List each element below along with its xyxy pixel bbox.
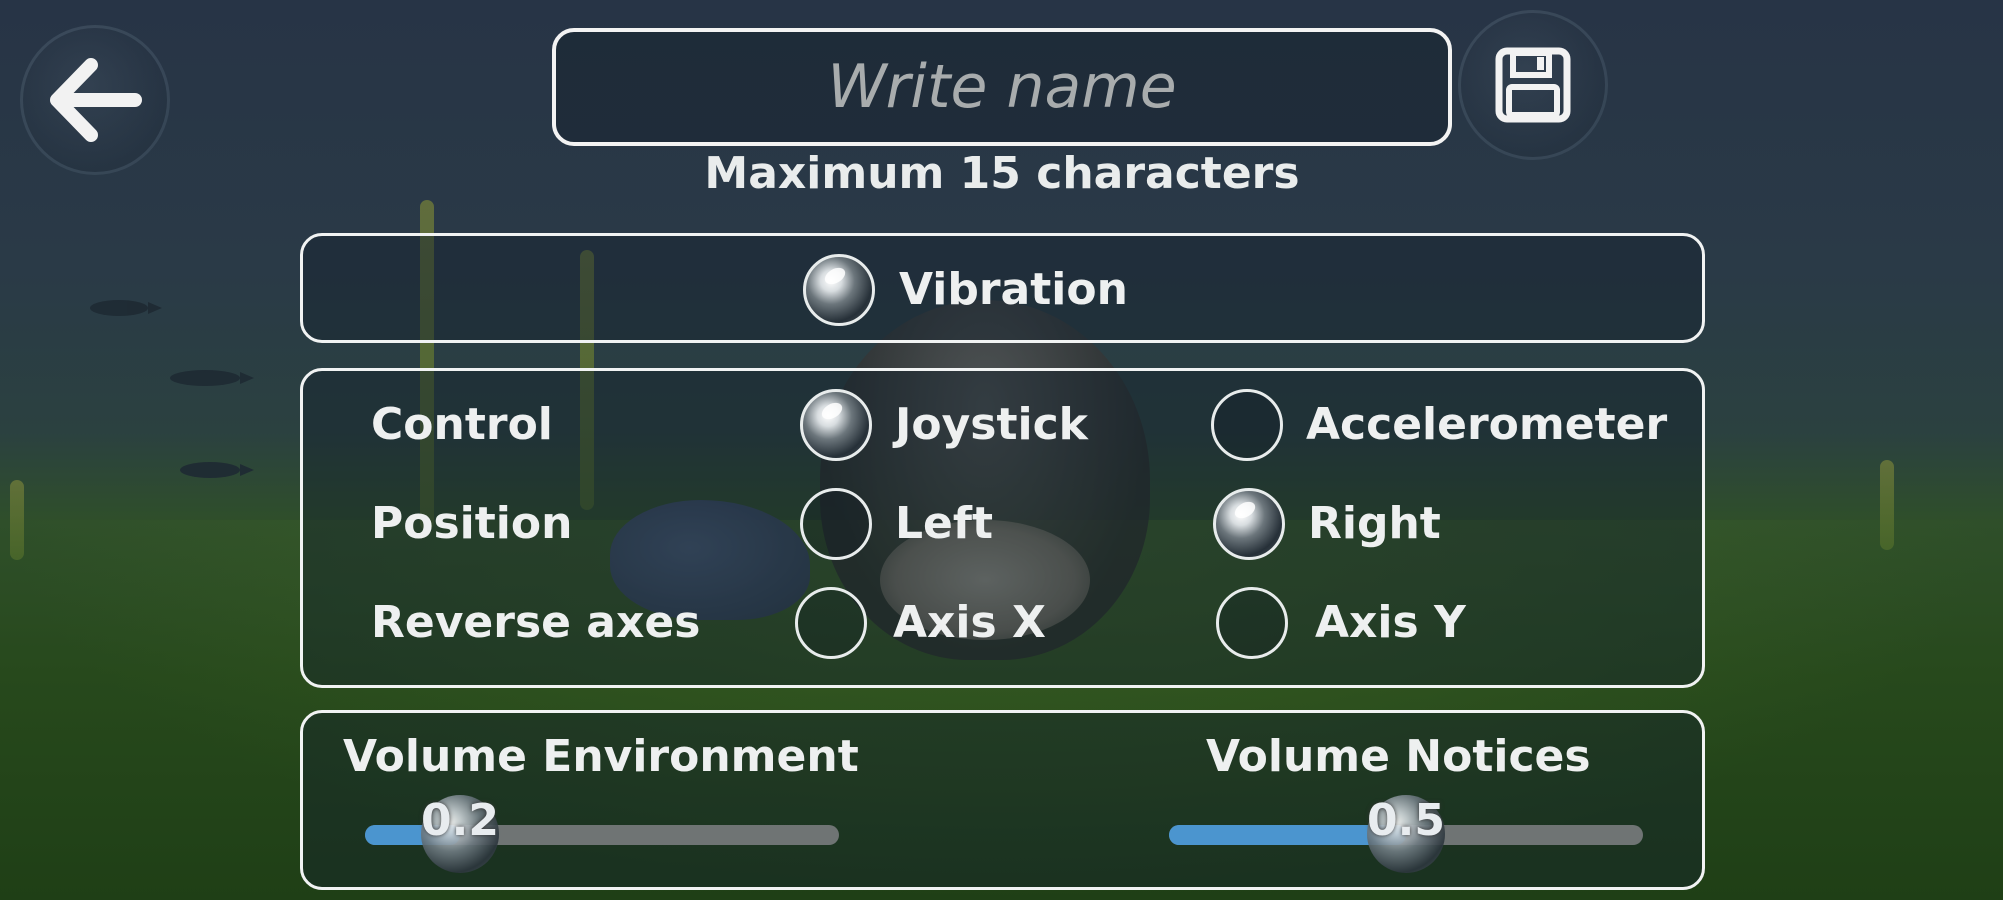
volume-notices-value: 0.5 [1367, 795, 1445, 846]
volume-notices-slider[interactable]: 0.5 [1169, 795, 1643, 873]
name-field[interactable] [552, 28, 1452, 146]
axis-x-label: Axis X [893, 597, 1046, 648]
back-button[interactable] [20, 25, 170, 175]
control-label: Control [371, 399, 553, 450]
floppy-disk-icon [1495, 47, 1571, 123]
arrow-left-icon [50, 58, 142, 142]
fish [170, 370, 254, 386]
radio-accelerometer[interactable] [1211, 389, 1283, 461]
fish [180, 462, 254, 478]
volume-notices-label: Volume Notices [1206, 731, 1591, 782]
volume-environment-value: 0.2 [421, 795, 499, 846]
vibration-toggle[interactable] [803, 254, 875, 326]
checkbox-axis-y[interactable] [1216, 587, 1288, 659]
right-label: Right [1308, 498, 1441, 549]
joystick-label: Joystick [895, 399, 1088, 450]
checkbox-axis-x[interactable] [795, 587, 867, 659]
left-label: Left [895, 498, 994, 549]
radio-right[interactable] [1213, 488, 1285, 560]
seaweed [10, 480, 24, 560]
radio-left[interactable] [800, 488, 872, 560]
axis-y-label: Axis Y [1315, 597, 1466, 648]
save-button[interactable] [1458, 10, 1608, 160]
name-hint: Maximum 15 characters [704, 148, 1300, 199]
name-input[interactable] [556, 31, 1448, 143]
position-label: Position [371, 498, 573, 549]
control-panel: Control Joystick Accelerometer Position … [300, 368, 1705, 688]
volume-panel: Volume Environment Volume Notices 0.2 0.… [300, 710, 1705, 890]
radio-joystick[interactable] [800, 389, 872, 461]
volume-environment-slider[interactable]: 0.2 [365, 795, 839, 873]
seaweed [1880, 460, 1894, 550]
reverse-axes-label: Reverse axes [371, 597, 701, 648]
vibration-panel: Vibration [300, 233, 1705, 343]
fish [90, 300, 162, 316]
accelerometer-label: Accelerometer [1306, 399, 1668, 450]
volume-environment-label: Volume Environment [343, 731, 859, 782]
vibration-label: Vibration [899, 264, 1128, 315]
